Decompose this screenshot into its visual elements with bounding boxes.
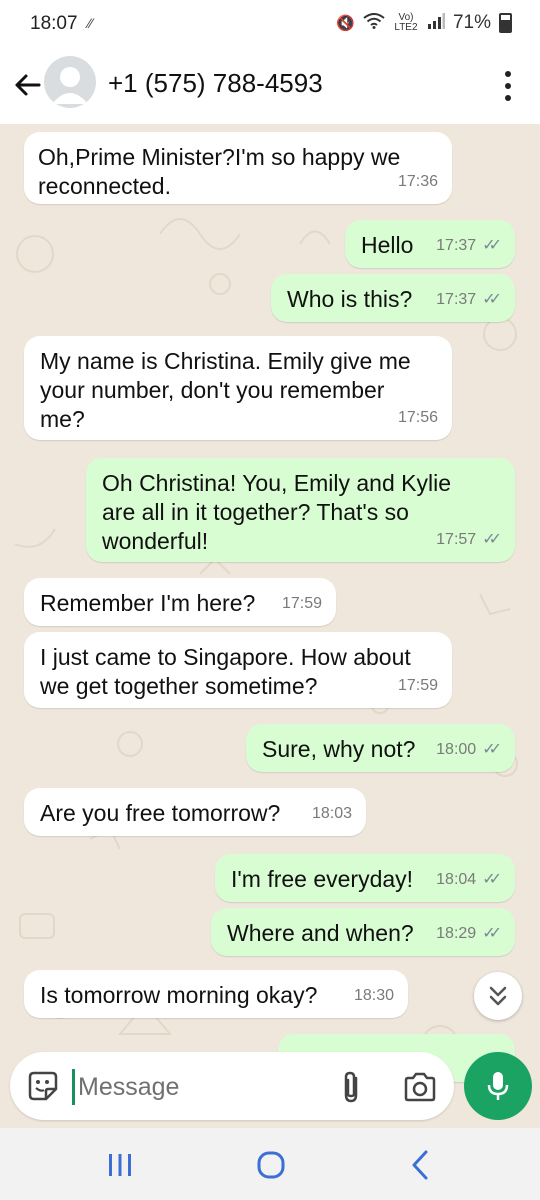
- text-caret: [72, 1069, 75, 1105]
- message-meta: 17:37 ✓✓: [436, 285, 502, 314]
- message-time: 17:36: [397, 173, 438, 190]
- message-time: 17:59: [397, 677, 438, 694]
- paperclip-icon: [344, 1071, 358, 1103]
- network-label: Vo) LTE2: [394, 12, 418, 33]
- message-time: 18:03: [311, 805, 352, 822]
- message-input[interactable]: [76, 1066, 320, 1108]
- message-time: 18:30: [353, 987, 394, 1004]
- read-receipt-icon: ✓✓: [482, 741, 502, 758]
- recent-apps-icon: [109, 1154, 131, 1176]
- chat-header: +1 (575) 788-4593: [0, 48, 540, 124]
- message-meta: 17:36: [398, 167, 438, 196]
- microphone-icon: [487, 1072, 509, 1100]
- attach-button[interactable]: [336, 1068, 366, 1106]
- arrow-left-icon: [15, 74, 41, 96]
- message-time: 18:29: [436, 925, 477, 942]
- message-time: 17:56: [397, 409, 438, 426]
- message-text: Are you free tomorrow?: [40, 800, 281, 826]
- read-receipt-icon: ✓✓: [482, 237, 502, 254]
- message-bubble-outgoing[interactable]: Hello 17:37 ✓✓: [345, 220, 515, 268]
- message-text: Oh,Prime Minister?I'm so happy we reconn…: [38, 144, 401, 199]
- message-bubble-incoming[interactable]: I just came to Singapore. How about we g…: [24, 632, 452, 708]
- camera-icon: [404, 1072, 436, 1102]
- system-back-button[interactable]: [408, 1148, 434, 1182]
- message-text: Is tomorrow morning okay?: [40, 982, 318, 1008]
- message-bubble-incoming[interactable]: Is tomorrow morning okay? 18:30: [24, 970, 408, 1018]
- message-time: 17:37: [436, 291, 477, 308]
- message-meta: 18:04 ✓✓: [436, 865, 502, 894]
- more-vertical-icon: [505, 71, 511, 77]
- message-time: 17:59: [281, 595, 322, 612]
- more-options-button[interactable]: [496, 68, 520, 104]
- message-time: 18:04: [436, 871, 477, 888]
- sticker-button[interactable]: [26, 1069, 60, 1103]
- message-meta: 18:00 ✓✓: [436, 735, 502, 764]
- more-vertical-dot: [505, 95, 511, 101]
- camera-button[interactable]: [402, 1070, 438, 1104]
- message-text: My name is Christina. Emily give me your…: [40, 348, 411, 432]
- sticker-icon: [28, 1071, 58, 1101]
- message-bubble-outgoing[interactable]: Oh Christina! You, Emily and Kylie are a…: [86, 458, 515, 562]
- message-text: I just came to Singapore. How about we g…: [40, 644, 411, 699]
- scroll-to-bottom-button[interactable]: [474, 972, 522, 1020]
- more-vertical-dot: [505, 83, 511, 89]
- message-bubble-incoming[interactable]: Are you free tomorrow? 18:03: [24, 788, 366, 836]
- message-composer: [10, 1052, 454, 1120]
- message-bubble-outgoing[interactable]: I'm free everyday! 18:04 ✓✓: [215, 854, 515, 902]
- battery-icon: [499, 13, 512, 33]
- battery-percent: 71%: [452, 12, 491, 33]
- message-meta: 18:30: [354, 981, 394, 1010]
- contact-name[interactable]: +1 (575) 788-4593: [108, 68, 323, 99]
- message-bubble-outgoing[interactable]: Who is this? 17:37 ✓✓: [271, 274, 515, 322]
- message-text: Remember I'm here?: [40, 590, 256, 616]
- message-bubble-outgoing[interactable]: Where and when? 18:29 ✓✓: [211, 908, 515, 956]
- message-text: Oh Christina! You, Emily and Kylie are a…: [102, 470, 452, 554]
- message-meta: 18:29 ✓✓: [436, 919, 502, 948]
- notification-icon: ⁄⁄: [88, 15, 93, 31]
- read-receipt-icon: ✓✓: [482, 531, 502, 548]
- read-receipt-icon: ✓✓: [482, 925, 502, 942]
- message-time: 17:37: [436, 237, 477, 254]
- message-meta: 17:59: [398, 671, 438, 700]
- recent-apps-button[interactable]: [106, 1152, 134, 1178]
- message-meta: 17:57 ✓✓: [436, 525, 502, 554]
- message-time: 18:00: [436, 741, 477, 758]
- message-meta: 17:56: [398, 403, 438, 432]
- message-meta: 17:37 ✓✓: [436, 231, 502, 260]
- read-receipt-icon: ✓✓: [482, 291, 502, 308]
- message-meta: 17:59: [282, 589, 322, 618]
- home-button[interactable]: [256, 1150, 286, 1180]
- mute-icon: 🔇: [336, 15, 355, 32]
- read-receipt-icon: ✓✓: [482, 871, 502, 888]
- signal-icon: [427, 13, 445, 33]
- back-button[interactable]: [8, 66, 46, 104]
- status-time: 18:07: [30, 13, 78, 34]
- message-bubble-incoming[interactable]: Remember I'm here? 17:59: [24, 578, 336, 626]
- home-icon: [257, 1151, 285, 1179]
- message-bubble-outgoing[interactable]: Sure, why not? 18:00 ✓✓: [246, 724, 515, 772]
- message-meta: 18:03: [312, 799, 352, 828]
- chevron-left-icon: [412, 1150, 428, 1180]
- status-bar: 18:07 ⁄⁄ 🔇 Vo) LTE2 71%: [0, 0, 540, 48]
- message-bubble-incoming[interactable]: Oh,Prime Minister?I'm so happy we reconn…: [24, 132, 452, 204]
- avatar[interactable]: [44, 56, 96, 108]
- chat-area[interactable]: Oh,Prime Minister?I'm so happy we reconn…: [0, 124, 540, 1128]
- message-bubble-incoming[interactable]: My name is Christina. Emily give me your…: [24, 336, 452, 440]
- default-avatar-icon: [52, 67, 88, 104]
- status-icons: 🔇 Vo) LTE2 71%: [336, 12, 512, 34]
- wifi-icon: [363, 13, 385, 33]
- system-navigation-bar: [0, 1128, 540, 1200]
- message-time: 17:57: [436, 531, 477, 548]
- double-chevron-down-icon: [489, 986, 507, 1006]
- voice-message-button[interactable]: [464, 1052, 532, 1120]
